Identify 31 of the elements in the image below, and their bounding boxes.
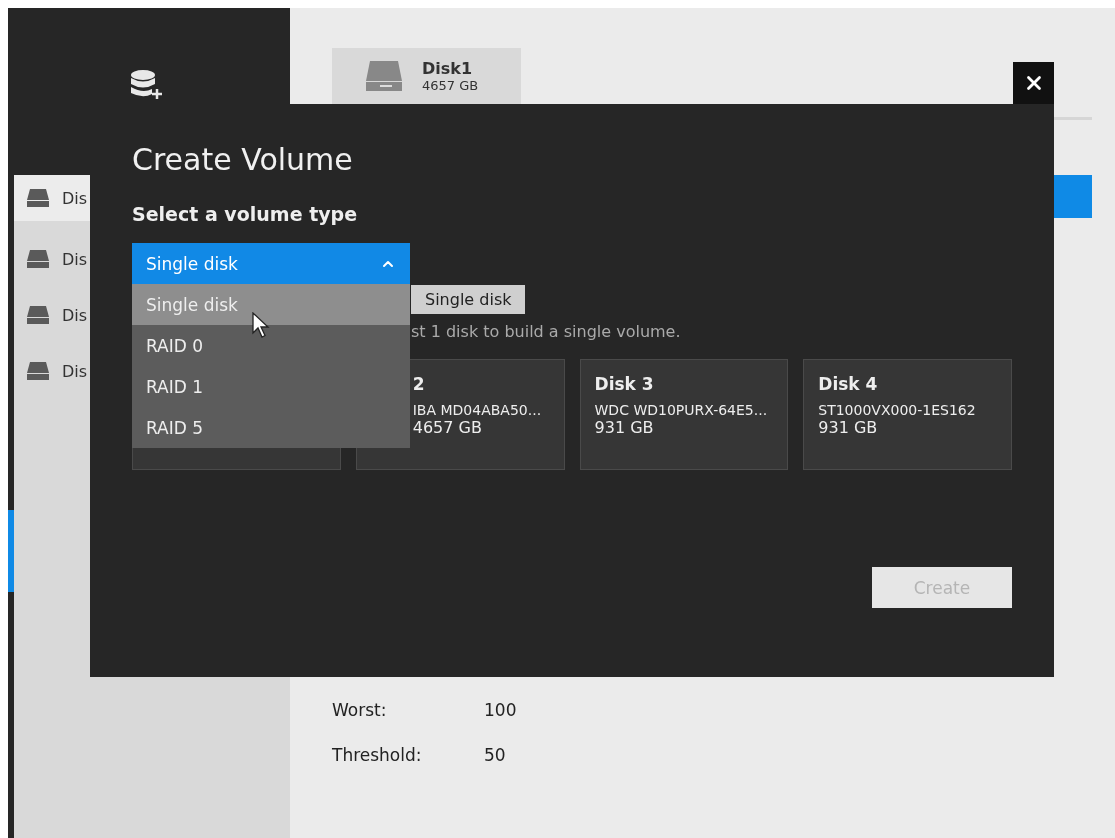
disk-model: IBA MD04ABA50...	[412, 402, 543, 418]
detail-value: 50	[484, 745, 506, 765]
hard-drive-icon	[364, 61, 404, 91]
cursor-icon	[252, 312, 270, 338]
volume-type-dropdown[interactable]: Single disk	[132, 243, 410, 284]
close-button[interactable]	[1013, 62, 1054, 104]
disk-size: 4657 GB	[422, 78, 479, 93]
database-plus-icon	[130, 70, 162, 100]
disk-card[interactable]: Disk 3 WDC WD10PURX-64E5... 931 GB	[579, 359, 789, 470]
detail-value: 100	[484, 700, 517, 720]
disk-name: Disk 3	[594, 374, 655, 394]
field-label: Select a volume type	[132, 203, 359, 225]
disk-card[interactable]: Disk 4 ST1000VX000-1ES162 931 GB	[803, 359, 1012, 470]
dialog-title: Create Volume	[132, 142, 354, 177]
tooltip: Single disk	[411, 285, 526, 314]
detail-label: Worst:	[332, 700, 388, 720]
disk-size: 931 GB	[594, 418, 655, 437]
disk-model: WDC WD10PURX-64E5...	[594, 402, 769, 418]
hard-drive-icon	[26, 306, 50, 324]
hard-drive-icon	[26, 189, 50, 207]
detail-label: Threshold:	[332, 745, 423, 765]
disk-model: ST1000VX000-1ES162	[818, 402, 977, 418]
disk-name: 2	[412, 374, 426, 394]
hard-drive-icon	[26, 362, 50, 380]
disk-size: 4657 GB	[412, 418, 483, 437]
disk-tab[interactable]: Disk1 4657 GB	[332, 48, 521, 104]
description-text: st 1 disk to build a single volume.	[411, 322, 681, 341]
disk-name: Disk 4	[818, 374, 879, 394]
disk-name: Disk1	[422, 59, 474, 78]
disk-size: 931 GB	[818, 418, 879, 437]
hard-drive-icon	[26, 250, 50, 268]
